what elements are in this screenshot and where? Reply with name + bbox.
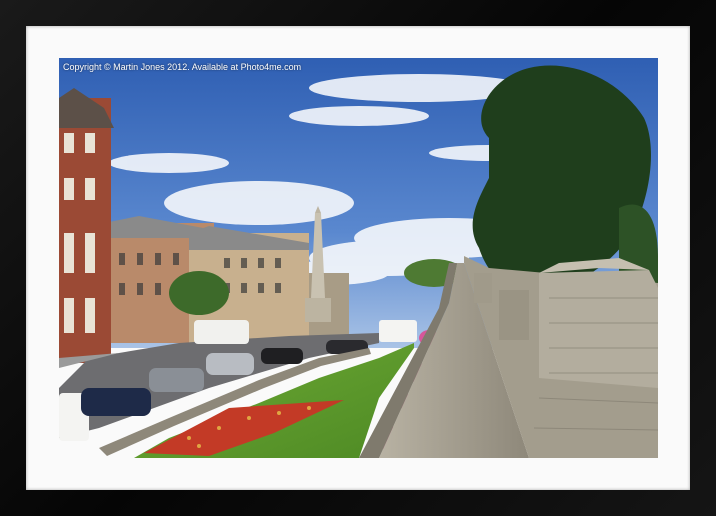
copyright-watermark: Copyright © Martin Jones 2012. Available…: [63, 62, 302, 72]
photograph: [59, 58, 658, 458]
building-left: [59, 88, 114, 363]
